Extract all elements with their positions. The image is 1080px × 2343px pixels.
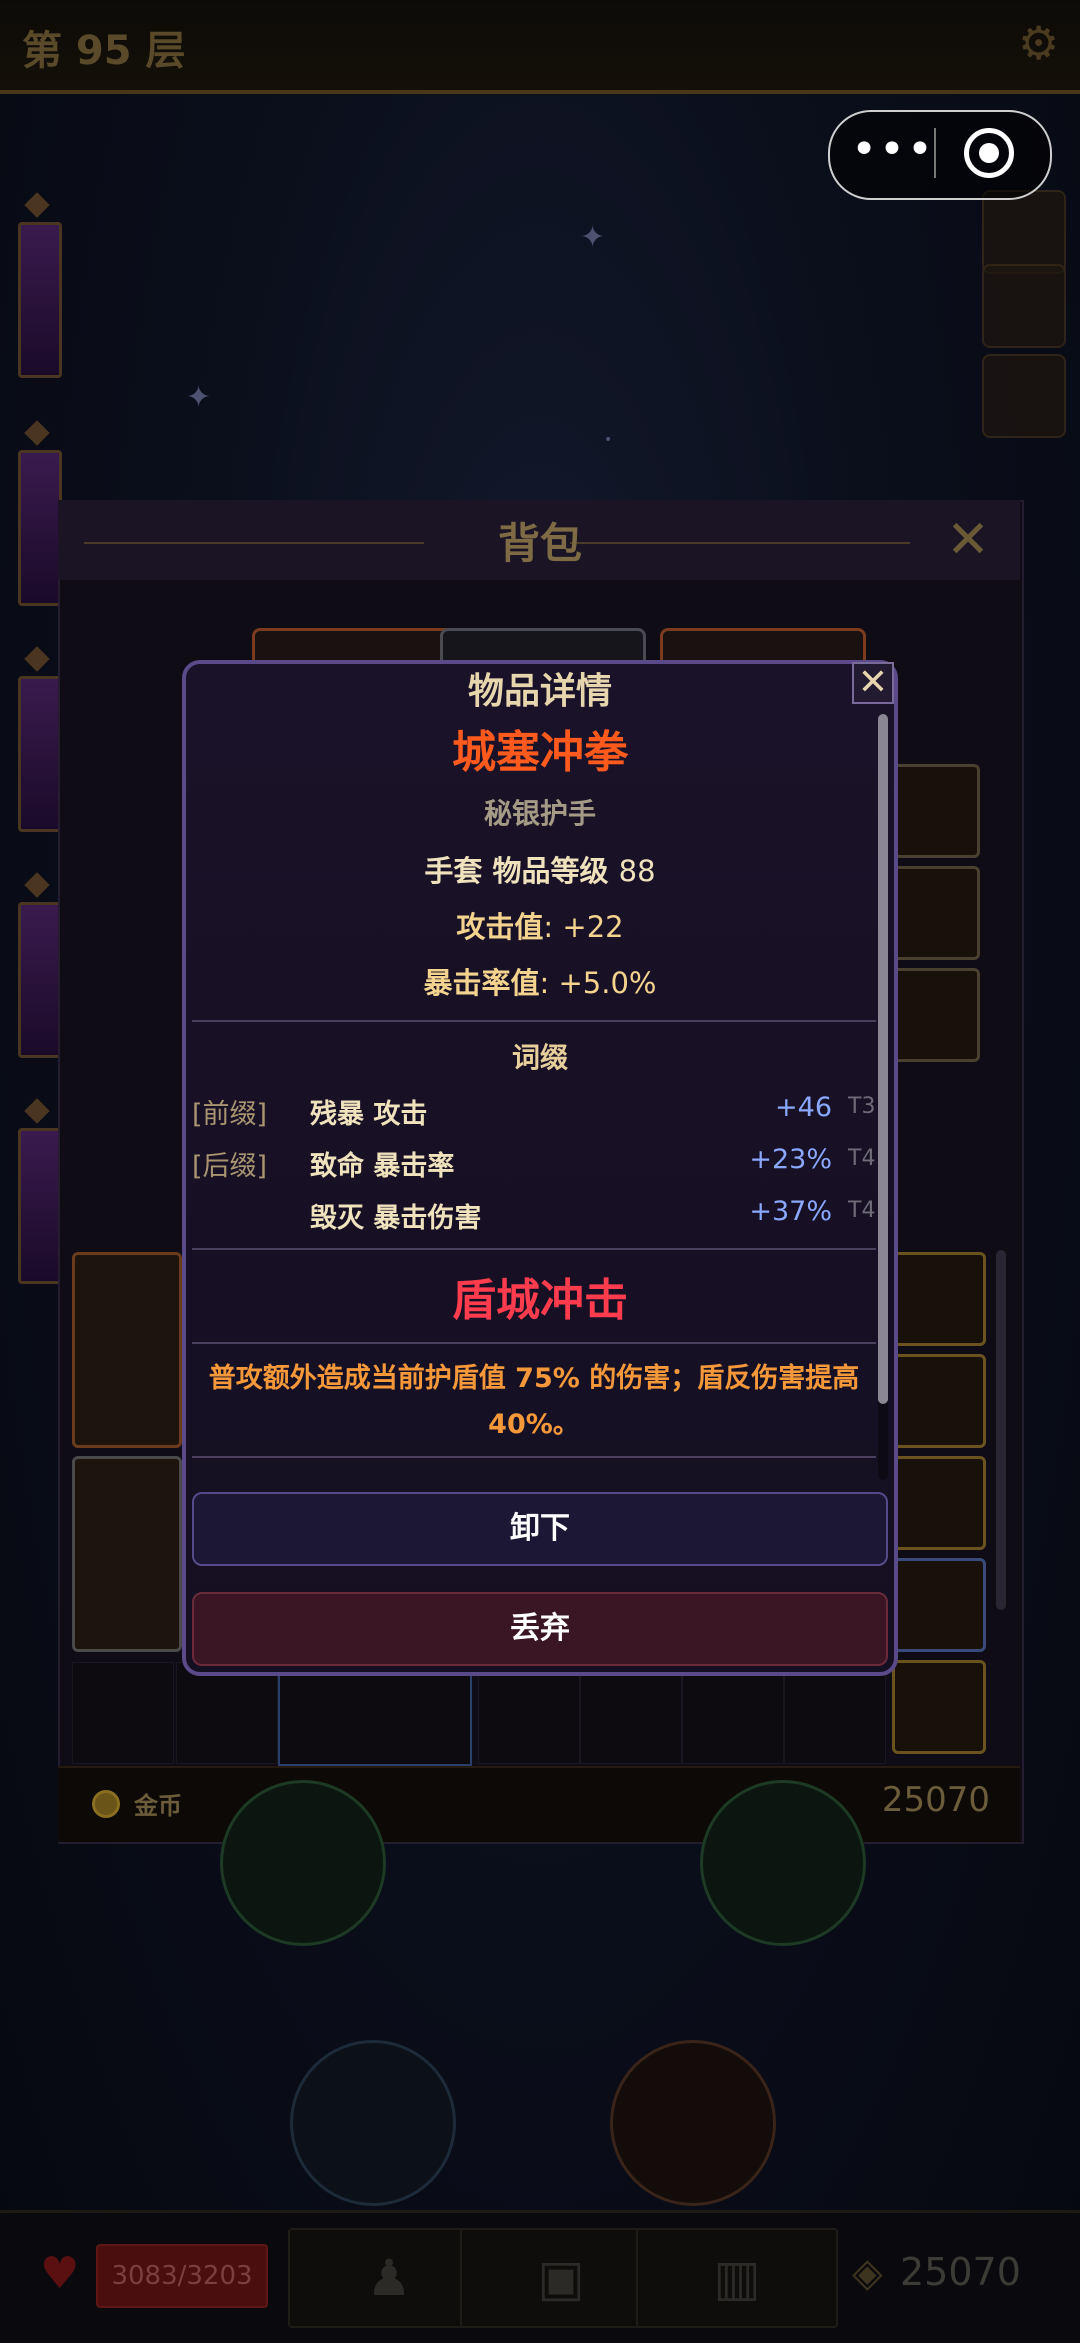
- affix-name: 残暴 攻击: [310, 1099, 428, 1130]
- stat-value: : +5.0%: [539, 966, 657, 1000]
- discard-button[interactable]: 丢弃: [192, 1592, 888, 1666]
- skill-bar: [18, 1128, 62, 1284]
- affix-tier: T3: [848, 1094, 876, 1119]
- bag-close-icon[interactable]: ✕: [940, 512, 996, 568]
- item-name: 城塞冲拳: [452, 727, 628, 778]
- side-slot: [982, 264, 1066, 348]
- side-slot: [982, 190, 1066, 274]
- divider: [192, 1456, 876, 1458]
- modal-close-icon[interactable]: ✕: [852, 662, 894, 704]
- affix-name: 毁灭 暴击伤害: [310, 1203, 482, 1234]
- bag-button[interactable]: ▣: [460, 2228, 662, 2328]
- skill-description: 普攻额外造成当前护盾值 75% 的伤害；盾反伤害提高 40%。: [208, 1363, 860, 1440]
- currency-amount: 25070: [881, 1780, 990, 1820]
- skill-bar: [18, 222, 62, 378]
- affix-tag: [前缀]: [192, 1099, 268, 1130]
- book-button[interactable]: ▥: [636, 2228, 838, 2328]
- star-icon: ✦: [186, 380, 212, 415]
- hp-display: 3083/3203: [96, 2244, 268, 2308]
- stat-label: 攻击值: [456, 910, 544, 944]
- stat-label: 暴击率值: [423, 966, 540, 1000]
- affix-tier: T4: [848, 1198, 876, 1223]
- affix-value: +46: [775, 1092, 832, 1123]
- map-node[interactable]: [220, 1780, 386, 1946]
- floor-label: 第 95 层: [22, 28, 186, 74]
- stat-line: 攻击值: +22: [0, 904, 1080, 946]
- heart-icon: ♥: [40, 2248, 80, 2299]
- affix-value: +37%: [749, 1196, 832, 1227]
- unequip-button[interactable]: 卸下: [192, 1492, 888, 1566]
- gold-amount: 25070: [900, 2250, 1021, 2294]
- backpack-icon: ▣: [537, 2249, 585, 2307]
- affix-row: [后缀] 致命 暴击率 +23% T4: [192, 1144, 882, 1184]
- affix-tier: T4: [848, 1146, 876, 1171]
- divider: [192, 1248, 876, 1250]
- capsule-divider: [934, 128, 936, 178]
- affix-tag: [后缀]: [192, 1151, 268, 1182]
- currency-label: 金币: [134, 1792, 182, 1820]
- more-icon[interactable]: •••: [848, 120, 938, 186]
- affix-row: [前缀] 残暴 攻击 +46 T3: [192, 1092, 882, 1132]
- map-node[interactable]: [290, 2040, 456, 2206]
- affix-value: +23%: [749, 1144, 832, 1175]
- gold-pile-icon: ◈: [852, 2250, 883, 2296]
- inventory-item[interactable]: [892, 1456, 986, 1550]
- close-miniprogram-icon[interactable]: [964, 128, 1014, 178]
- item-slot-and-level: 手套 物品等级 88: [0, 848, 1080, 890]
- stat-value: : +22: [543, 910, 624, 944]
- divider: [192, 1342, 876, 1344]
- inventory-item[interactable]: [72, 1456, 182, 1652]
- item-base-type: 秘银护手: [483, 797, 596, 830]
- stat-line: 暴击率值: +5.0%: [0, 960, 1080, 1002]
- affix-row: 毁灭 暴击伤害 +37% T4: [192, 1196, 882, 1236]
- skill-name: 盾城冲击: [452, 1275, 628, 1326]
- star-icon: ✦: [580, 220, 606, 255]
- divider: [84, 542, 424, 544]
- side-slot: [982, 354, 1066, 438]
- skill-bar: [18, 450, 62, 606]
- item-level-label: 物品等级: [492, 854, 609, 888]
- divider: [192, 1020, 876, 1022]
- book-icon: ▥: [713, 2249, 761, 2307]
- map-node[interactable]: [700, 1780, 866, 1946]
- inventory-cell[interactable]: [682, 1662, 784, 1764]
- map-node[interactable]: [610, 2040, 776, 2206]
- affix-title: 词缀: [511, 1041, 568, 1074]
- inventory-cell[interactable]: [176, 1662, 278, 1764]
- inventory-cell[interactable]: [478, 1662, 580, 1764]
- modal-title: 物品详情: [467, 671, 612, 712]
- inventory-item[interactable]: [892, 1558, 986, 1652]
- bag-title: 背包: [497, 519, 582, 568]
- item-level: 88: [618, 854, 656, 888]
- inventory-item[interactable]: [892, 1354, 986, 1448]
- inventory-cell[interactable]: [580, 1662, 682, 1764]
- inventory-cell[interactable]: [784, 1662, 886, 1764]
- character-icon: ♟: [366, 2249, 412, 2307]
- gold-coin-icon: [92, 1790, 120, 1818]
- affix-name: 致命 暴击率: [310, 1151, 455, 1182]
- inventory-item[interactable]: [892, 1660, 986, 1754]
- inventory-cell[interactable]: [72, 1662, 174, 1764]
- item-slot-type: 手套: [424, 854, 483, 888]
- star-icon: •: [604, 432, 613, 448]
- inventory-cell[interactable]: [278, 1662, 472, 1766]
- gear-icon[interactable]: ⚙: [1018, 20, 1064, 66]
